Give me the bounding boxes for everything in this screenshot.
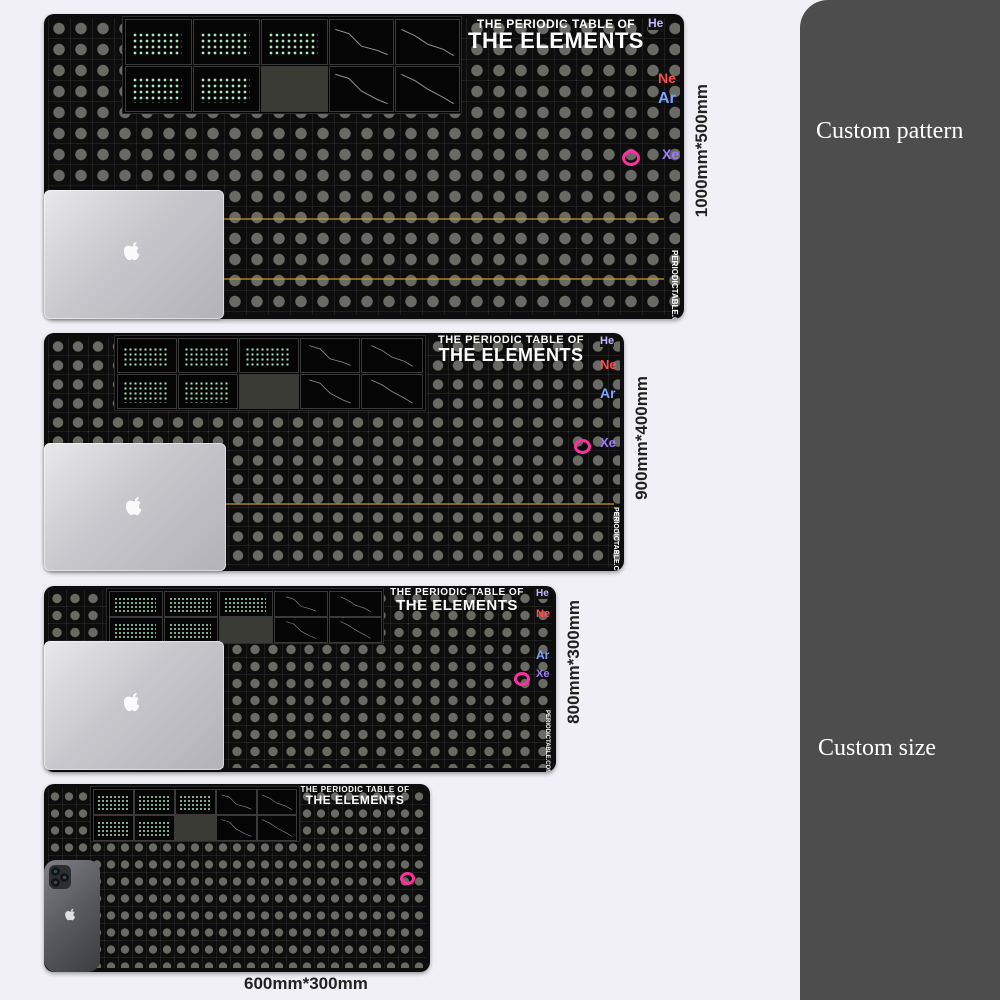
camera-icon [49, 865, 71, 889]
pad-title-big: THE ELEMENTS [305, 793, 405, 807]
chart-area [90, 786, 300, 842]
brand-text: PERIODICTABLE.COM [670, 250, 679, 319]
pink-sample [574, 439, 591, 454]
pad-title-big: THE ELEMENTS [396, 597, 518, 614]
size-label-2: 900mm*400mm [632, 376, 651, 500]
xenon-symbol: Xe [600, 435, 616, 450]
pad-title: THE PERIODIC TABLE OF THE ELEMENTS [384, 588, 530, 614]
argon-symbol: Ar [600, 385, 616, 401]
pink-sample [514, 672, 530, 686]
brand-text: PERIODICTABLE.COM [612, 507, 619, 571]
xenon-symbol: Xe [536, 668, 550, 680]
pad-title: THE PERIODIC TABLE OF THE ELEMENTS [300, 786, 410, 807]
pad-title-big: THE ELEMENTS [438, 345, 584, 365]
chart-cell [193, 66, 260, 112]
chart-cell [261, 19, 328, 65]
chart-area [122, 16, 462, 114]
pink-sample [622, 150, 640, 166]
chart-cell [261, 66, 328, 112]
apple-logo-icon [65, 908, 76, 921]
phone [44, 860, 100, 972]
laptop-2 [44, 443, 226, 571]
pink-sample [400, 872, 415, 885]
chart-cell [125, 19, 192, 65]
custom-pattern-label: Custom pattern [816, 118, 964, 144]
chart-area [106, 588, 384, 644]
chart-cell [329, 19, 394, 65]
argon-symbol: Ar [536, 648, 550, 662]
chart-cell [193, 19, 260, 65]
pad-title-big: THE ELEMENTS [468, 28, 644, 53]
size-label-4: 600mm*300mm [244, 974, 368, 993]
helium-symbol: He [600, 335, 615, 347]
neon-symbol: Ne [658, 70, 676, 86]
chart-cell [125, 66, 192, 112]
custom-size-label: Custom size [818, 735, 936, 761]
apple-logo-icon [125, 496, 142, 516]
laptop-3 [44, 641, 224, 770]
size-label-3: 800mm*300mm [564, 600, 583, 724]
right-dark-panel: Custom pattern Custom size [800, 0, 1000, 1000]
size-label-1: 1000mm*500mm [692, 84, 711, 218]
chart-area [114, 335, 426, 411]
chart-cell [395, 66, 460, 112]
chart-cell [329, 66, 394, 112]
apple-logo-icon [123, 241, 140, 261]
chart-cell [395, 19, 460, 65]
xenon-symbol: Xe [662, 146, 680, 162]
neon-symbol: Ne [600, 357, 617, 372]
brand-text: PERIODICTABLE.COM [544, 710, 550, 772]
neon-symbol: Ne [536, 608, 551, 620]
mousepad-600x300: THE PERIODIC TABLE OF THE ELEMENTS [44, 784, 430, 972]
pad-title: THE PERIODIC TABLE OF THE ELEMENTS [428, 335, 594, 365]
laptop-1 [44, 190, 224, 319]
apple-logo-icon [123, 692, 140, 712]
helium-symbol: He [648, 16, 664, 30]
pad-title: THE PERIODIC TABLE OF THE ELEMENTS [468, 18, 644, 52]
helium-symbol: He [536, 588, 549, 599]
argon-symbol: Ar [658, 90, 676, 107]
